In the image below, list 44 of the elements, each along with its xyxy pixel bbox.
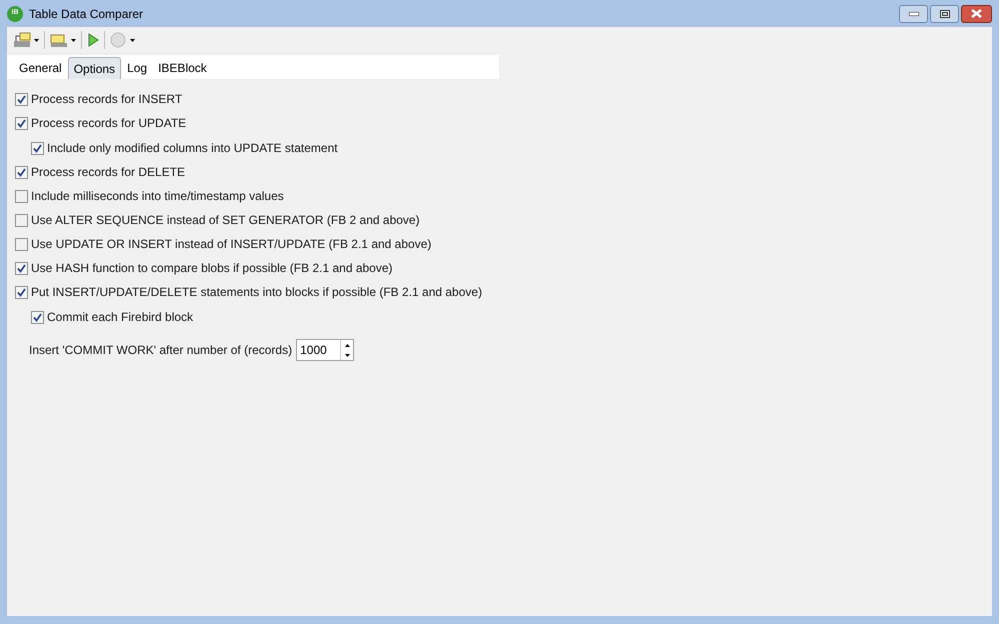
- table-icon: [13, 32, 31, 48]
- checkbox[interactable]: [15, 286, 28, 298]
- caret-icon: [71, 38, 76, 42]
- checkbox[interactable]: [15, 214, 28, 226]
- stop-icon: [110, 32, 126, 48]
- commit-work-label: Insert 'COMMIT WORK' after number of (records): [29, 342, 292, 359]
- checkbox-label: Include only modified columns into UPDATE statement: [47, 140, 338, 157]
- checkbox-label: Put INSERT/UPDATE/DELETE statements into blocks if possible (FB 2.1 and above): [31, 284, 482, 301]
- maximize-icon: [940, 10, 950, 18]
- minimize-icon: [908, 12, 918, 16]
- checkbox-label: Use HASH function to compare blobs if possible (FB 2.1 and above): [31, 260, 393, 277]
- checkbox[interactable]: [15, 238, 28, 250]
- minimize-button[interactable]: [899, 4, 928, 22]
- checkbox[interactable]: [15, 262, 28, 274]
- checkbox-label: Process records for DELETE: [31, 164, 186, 181]
- maximize-button[interactable]: [930, 4, 959, 22]
- caret-icon: [130, 38, 135, 42]
- window-title: Table Data Comparer: [29, 6, 144, 22]
- tab[interactable]: Options: [68, 57, 122, 79]
- checkbox-label: Process records for UPDATE: [31, 115, 186, 132]
- checkmark-icon: [17, 168, 26, 176]
- close-icon: [971, 9, 982, 18]
- records-spin-field[interactable]: 1000: [296, 339, 354, 361]
- close-button[interactable]: [961, 4, 992, 22]
- checkbox-label: Process records for INSERT: [31, 91, 182, 108]
- checkmark-icon: [33, 312, 42, 322]
- checkmark-icon: [17, 288, 26, 296]
- checkbox[interactable]: [15, 92, 28, 106]
- checkmark-icon: [17, 118, 26, 128]
- play-icon: [87, 32, 99, 48]
- checkmark-icon: [33, 144, 42, 152]
- folder-icon: [50, 32, 68, 48]
- checkbox[interactable]: [15, 166, 28, 178]
- caret-icon: [34, 38, 39, 42]
- checkbox-label: Include milliseconds into time/timestamp values: [31, 188, 284, 205]
- checkbox[interactable]: [15, 116, 28, 130]
- checkbox[interactable]: [31, 310, 44, 324]
- checkbox-label: Use UPDATE OR INSERT instead of INSERT/UPDATE (FB 2.1 and above): [31, 236, 432, 253]
- checkbox[interactable]: [31, 142, 44, 154]
- checkmark-icon: [17, 94, 26, 104]
- checkbox-label: Commit each Firebird block: [47, 309, 194, 326]
- checkbox[interactable]: [15, 190, 28, 202]
- checkbox-label: Use ALTER SEQUENCE instead of SET GENERATOR (FB 2 and above): [31, 212, 420, 229]
- checkmark-icon: [17, 264, 26, 272]
